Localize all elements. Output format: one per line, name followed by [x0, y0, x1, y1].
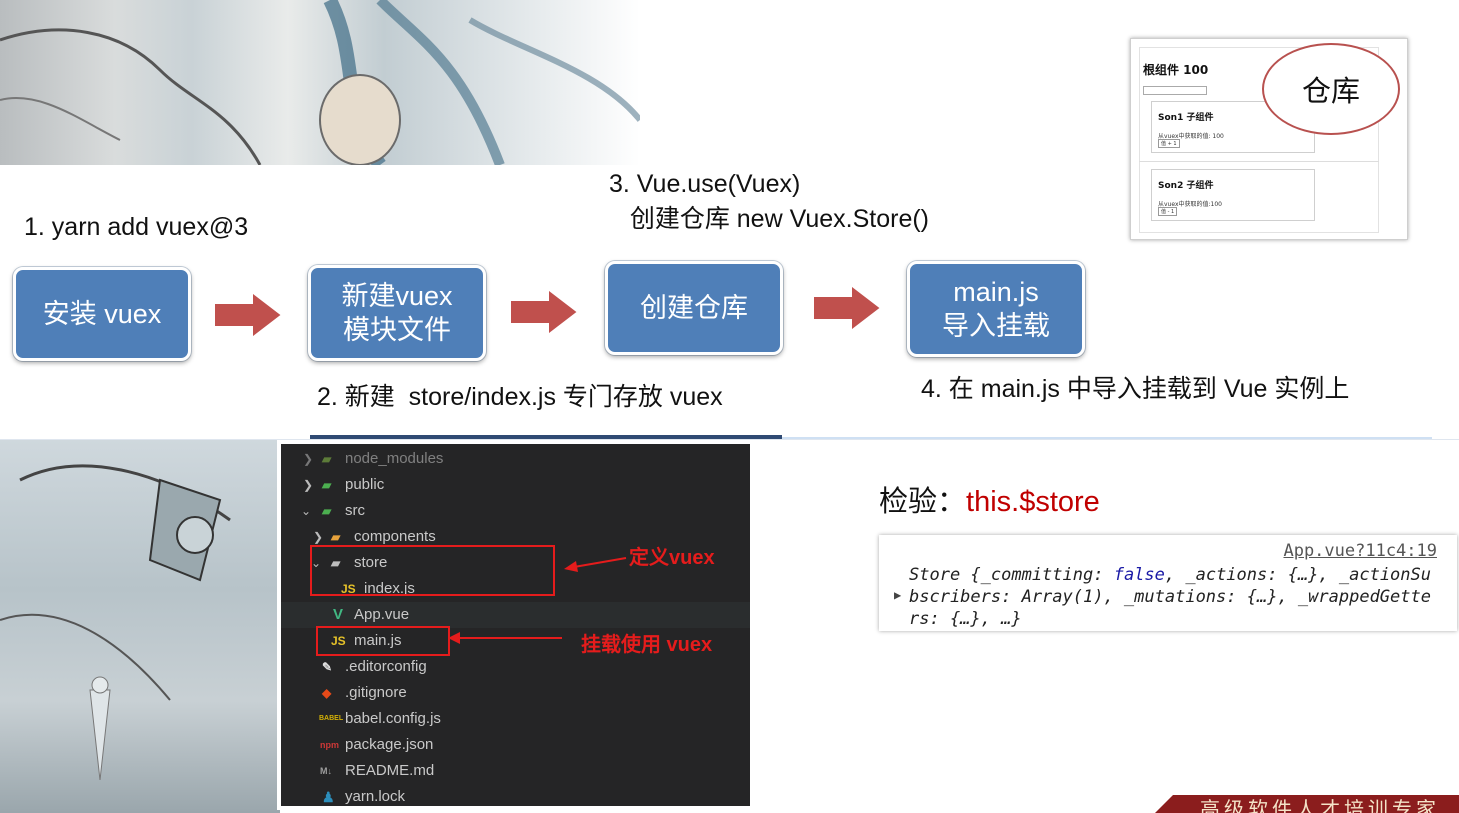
tree-item-app-vue[interactable]: V App.vue: [281, 602, 750, 628]
step-box-mount: main.js 导入挂载: [907, 261, 1085, 357]
chevron-down-icon: ⌄: [301, 504, 312, 518]
preview-input: [1143, 86, 1207, 95]
preview-son1-button: 值 + 1: [1158, 139, 1180, 148]
warehouse-callout: 仓库: [1262, 43, 1400, 135]
babel-icon: BABEL: [319, 715, 344, 722]
folder-icon: ▰: [322, 478, 332, 492]
chevron-right-icon: ❯: [303, 478, 314, 492]
preview-son1-title: Son1 子组件: [1158, 113, 1214, 123]
verify-label: 检验：this.$store: [879, 478, 1100, 520]
preview-son2-button: 值 - 1: [1158, 207, 1178, 216]
section-underline-thin: [782, 437, 1432, 439]
chevron-right-icon: ❯: [303, 452, 314, 466]
note-define-vuex: 定义vuex: [629, 547, 715, 569]
tree-item-package-json[interactable]: npm package.json: [281, 732, 750, 758]
right-arrow-icon: [812, 283, 883, 333]
devtools-console-output: App.vue?11c4:19 ▶ Store {_committing: fa…: [879, 535, 1457, 631]
editorconfig-icon: ✎: [322, 660, 333, 674]
step-box-create-store: 创建仓库: [605, 261, 783, 355]
folder-icon: ▰: [322, 452, 332, 466]
console-source-link[interactable]: App.vue?11c4:19: [1283, 541, 1437, 561]
step-2-text: 2. 新建 store/index.js 专门存放 vuex: [317, 383, 723, 411]
console-line-2: bscribers: Array(1), _mutations: {…}, _w…: [909, 587, 1431, 607]
preview-son2-title: Son2 子组件: [1158, 181, 1214, 191]
folder-icon: ▰: [322, 504, 332, 518]
git-icon: ◆: [322, 686, 332, 700]
npm-icon: npm: [320, 740, 339, 750]
console-line-3: rs: {…}, …}: [909, 609, 1022, 629]
step-1-text: 1. yarn add vuex@3: [24, 213, 249, 241]
define-arrow-icon: [564, 557, 627, 572]
tree-item-editorconfig[interactable]: ✎ .editorconfig: [281, 654, 750, 680]
step-4-text: 4. 在 main.js 中导入挂载到 Vue 实例上: [921, 375, 1350, 403]
background-sketch-top: [0, 0, 640, 165]
tree-item-gitignore[interactable]: ◆ .gitignore: [281, 680, 750, 706]
tree-item-node-modules[interactable]: ❯ ▰ node_modules: [281, 446, 750, 472]
step-3-text: 3. Vue.use(Vuex) 创建仓库 new Vuex.Store(): [609, 170, 929, 233]
tree-item-babel-config[interactable]: BABEL babel.config.js: [281, 706, 750, 732]
yarn-icon: ♟: [322, 789, 335, 805]
section-underline: [310, 435, 782, 439]
vue-file-icon: V: [333, 606, 344, 623]
tree-item-readme[interactable]: M↓ README.md: [281, 758, 750, 784]
preview-root-title: 根组件 100: [1143, 63, 1209, 77]
console-line-1: Store {_committing: false, _actions: {…}…: [909, 565, 1431, 585]
sketch-robot-illustration: [0, 464, 231, 781]
preview-son2-card: Son2 子组件 从vuex中获取的值:100 值 - 1: [1151, 169, 1315, 221]
footer-slogan: 高级软件人才培训专家: [1200, 797, 1440, 813]
mount-arrow-icon: [448, 632, 562, 644]
expand-triangle-icon[interactable]: ▶: [894, 588, 901, 602]
tree-item-src[interactable]: ⌄ ▰ src: [281, 498, 750, 524]
step-box-install: 安装 vuex: [13, 267, 191, 361]
markdown-icon: M↓: [320, 766, 332, 776]
store-highlight-frame: [310, 545, 555, 596]
background-sketch-bottom: [0, 440, 280, 813]
right-arrow-icon: [509, 287, 580, 337]
right-arrow-icon: [213, 290, 284, 340]
verify-code: this.$store: [966, 486, 1100, 518]
preview-divider: [1139, 161, 1379, 162]
sketch-figure-illustration: [0, 0, 640, 165]
file-explorer: ❯ ▰ node_modules ❯ ▰ public ⌄ ▰ src ❯ ▰ …: [277, 440, 754, 810]
step-box-create-module: 新建vuex 模块文件: [308, 265, 486, 361]
verify-prefix: 检验：: [879, 486, 967, 518]
tree-item-public[interactable]: ❯ ▰ public: [281, 472, 750, 498]
note-mount-vuex: 挂载使用 vuex: [581, 634, 713, 656]
main-js-highlight-frame: [316, 626, 450, 656]
tree-item-yarn-lock[interactable]: ♟ yarn.lock: [281, 784, 750, 810]
